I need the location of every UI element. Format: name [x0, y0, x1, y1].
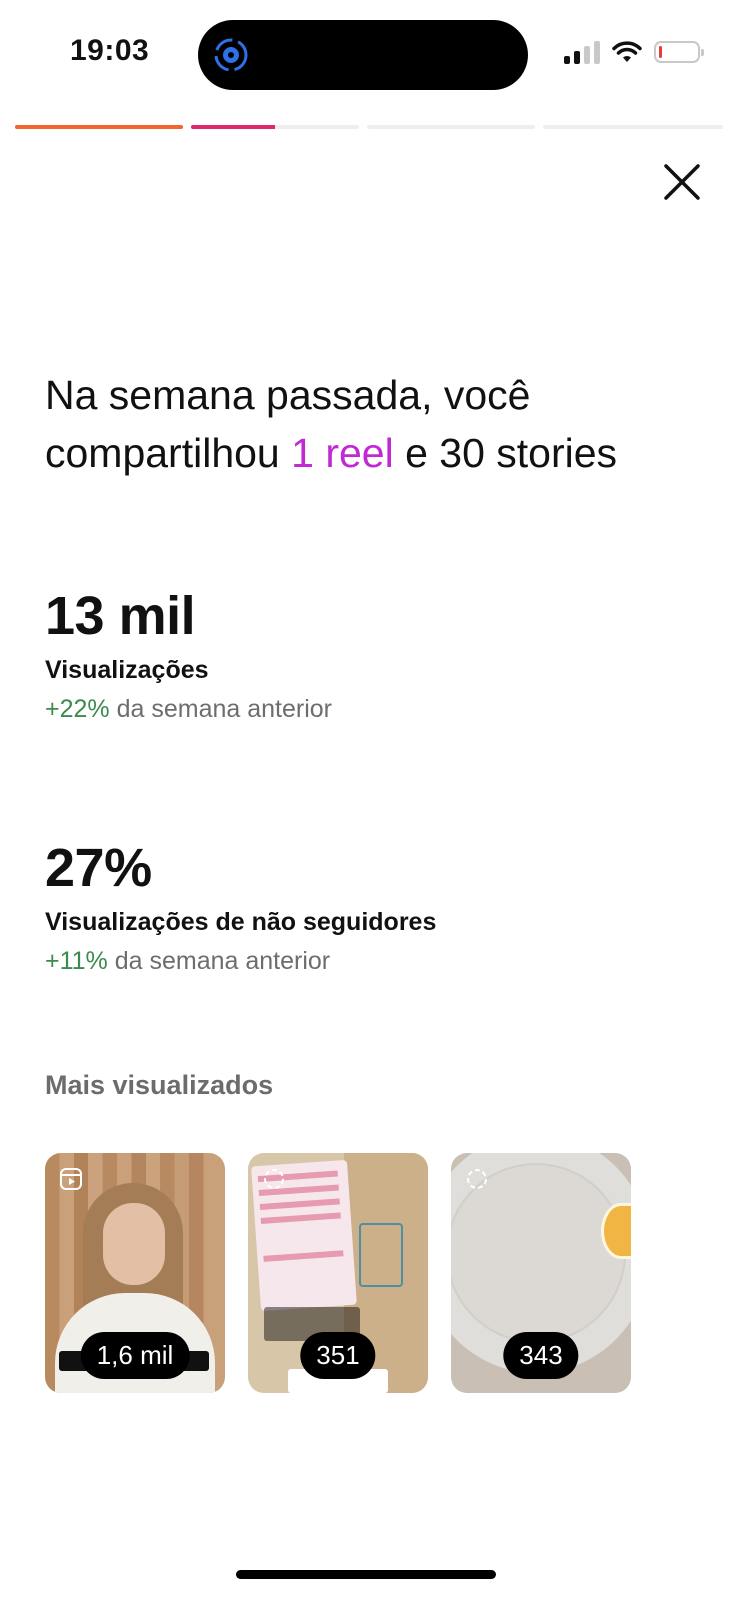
views-change: +22% da semana anterior: [45, 695, 332, 724]
most-viewed-story-thumbnail[interactable]: 351: [248, 1153, 428, 1393]
views-change-suffix: da semana anterior: [109, 695, 332, 723]
most-viewed-list: 1,6 mil 351 343: [45, 1153, 631, 1393]
views-value: 13 mil: [45, 586, 196, 646]
sync-gear-icon: [214, 38, 248, 72]
story-progress-bars: [15, 125, 723, 129]
summary-headline: Na semana passada, você compartilhou 1 r…: [45, 366, 705, 482]
progress-segment: [15, 125, 183, 129]
status-time: 19:03: [70, 34, 150, 67]
view-count-badge: 351: [300, 1332, 376, 1379]
story-icon: [264, 1169, 284, 1189]
wifi-icon: [612, 41, 642, 62]
status-indicators: [564, 40, 704, 64]
most-viewed-title: Mais visualizados: [45, 1070, 274, 1100]
cellular-signal-icon: [564, 40, 600, 64]
headline-text: e 30 stories: [393, 430, 618, 476]
progress-segment: [191, 125, 359, 129]
close-icon[interactable]: [660, 160, 704, 204]
views-label: Visualizações: [45, 656, 209, 684]
most-viewed-story-thumbnail[interactable]: 343: [451, 1153, 631, 1393]
non-follower-views-change: +11% da semana anterior: [45, 947, 436, 976]
dynamic-island: [198, 20, 528, 90]
story-icon: [467, 1169, 487, 1189]
non-follower-views-value: 27%: [45, 838, 152, 898]
home-indicator[interactable]: [236, 1570, 496, 1579]
view-count-badge: 1,6 mil: [80, 1332, 190, 1379]
reel-icon: [60, 1168, 82, 1190]
non-follower-views-label: Visualizações de não seguidores: [45, 908, 437, 936]
non-follower-change-percent: +11%: [45, 947, 108, 975]
non-follower-views-stat: 27% Visualizações de não seguidores +11%…: [45, 838, 436, 976]
non-follower-change-suffix: da semana anterior: [107, 947, 331, 975]
battery-icon: [654, 41, 704, 63]
progress-segment: [543, 125, 723, 129]
most-viewed-reel-thumbnail[interactable]: 1,6 mil: [45, 1153, 225, 1393]
view-count-badge: 343: [503, 1332, 579, 1379]
headline-accent: 1 reel: [291, 430, 394, 476]
views-stat: 13 mil Visualizações +22% da semana ante…: [45, 586, 332, 724]
progress-segment: [367, 125, 535, 129]
views-change-percent: +22%: [45, 695, 110, 723]
